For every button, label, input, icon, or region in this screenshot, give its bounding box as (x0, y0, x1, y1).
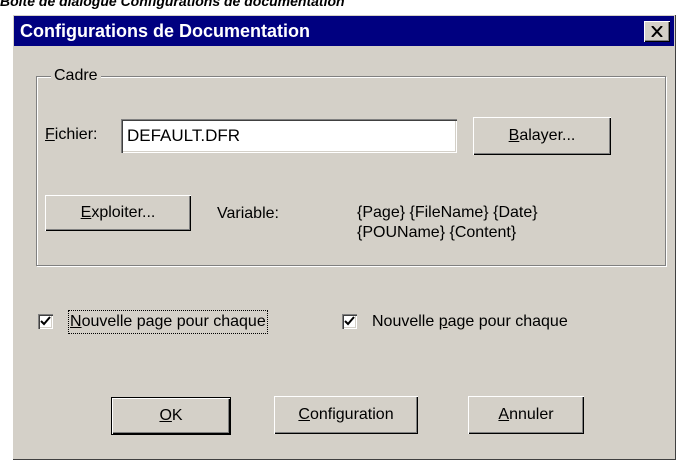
file-input[interactable]: DEFAULT.DFR (121, 119, 457, 153)
checkmark-icon (344, 316, 355, 326)
documentation-config-dialog: Configurations de Documentation Cadre Fi… (12, 14, 676, 460)
close-icon (651, 26, 663, 37)
new-page-checkbox-1-label[interactable]: Nouvelle page pour chaque (68, 310, 268, 334)
configuration-button[interactable]: Configuration (274, 396, 418, 434)
variables-list-line2: {POUName} {Content} (357, 224, 517, 241)
frame-groupbox: Cadre Fichier: DEFAULT.DFR Balayer... Ex… (36, 66, 666, 266)
explore-button[interactable]: Exploiter... (45, 195, 191, 231)
title-bar: Configurations de Documentation (14, 16, 674, 46)
ok-button[interactable]: OK (112, 398, 230, 434)
close-button[interactable] (644, 21, 670, 42)
file-label: Fichier: (45, 126, 98, 143)
new-page-checkbox-2-label[interactable]: Nouvelle page pour chaque (372, 312, 568, 332)
browse-button[interactable]: Balayer... (473, 117, 611, 155)
window-title: Configurations de Documentation (20, 21, 310, 41)
variables-list-line1: {Page} {FileName} {Date} (357, 204, 538, 221)
file-input-value: DEFAULT.DFR (127, 126, 241, 145)
new-page-checkbox-2[interactable] (342, 314, 357, 329)
checkmark-icon (40, 316, 51, 326)
figure-caption: Boîte de dialogue Configurations de docu… (0, 0, 345, 9)
new-page-checkbox-1[interactable] (38, 314, 53, 329)
cancel-button[interactable]: Annuler (468, 396, 584, 434)
file-label-rest: ichier: (54, 126, 98, 143)
variable-label: Variable: (217, 205, 279, 222)
frame-group-label: Cadre (51, 66, 101, 86)
